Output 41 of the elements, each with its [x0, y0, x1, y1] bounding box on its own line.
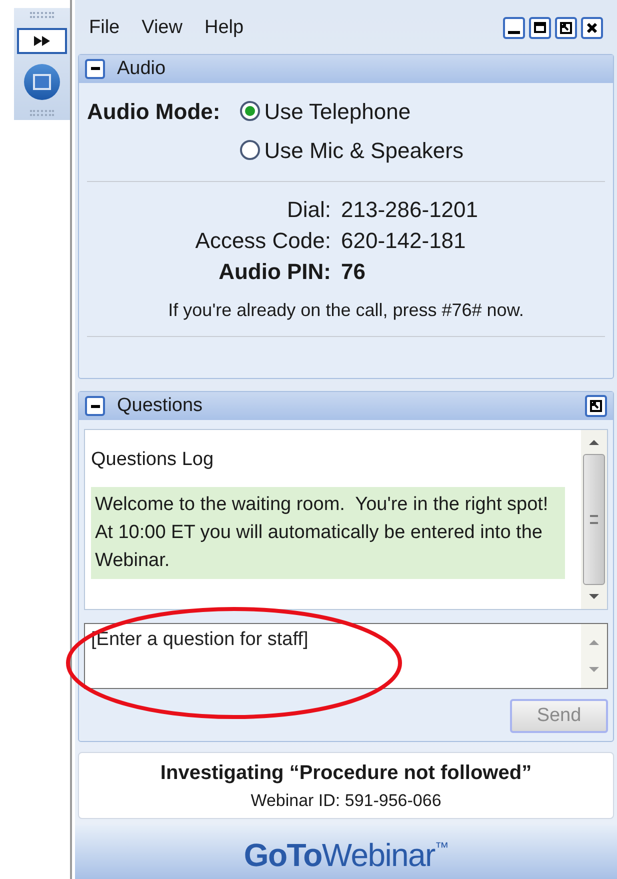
grip-icon: [30, 12, 54, 18]
radio-button[interactable]: [240, 101, 260, 122]
expand-button[interactable]: [17, 28, 67, 54]
menu-item[interactable]: View: [142, 14, 182, 42]
close-button[interactable]: [581, 16, 603, 39]
maximize-button[interactable]: [529, 16, 551, 39]
field-label: Access Code:: [194, 226, 331, 255]
fast-forward-icon: [32, 35, 52, 47]
minimize-button[interactable]: [503, 16, 525, 39]
scroll-up-icon[interactable]: [588, 438, 600, 446]
field-label: Dial:: [286, 196, 331, 224]
panel-title: Audio: [117, 56, 166, 81]
webinar-title: Investigating “Procedure not followed”: [160, 760, 532, 786]
pop-out-icon: [590, 400, 602, 412]
option-label: Use Telephone: [264, 98, 411, 126]
logo: GoToWebinar$^{™}$: [244, 836, 448, 875]
option-label: Use Mic & Speakers: [264, 136, 464, 165]
window-button[interactable]: [24, 64, 60, 100]
grip-icon: [590, 515, 598, 524]
collapse-button[interactable]: [85, 58, 105, 79]
menu-item[interactable]: Help: [204, 14, 244, 42]
restore-button[interactable]: [555, 16, 577, 39]
audio-mode-label: Audio Mode:: [87, 98, 220, 126]
pop-out-button[interactable]: [585, 395, 607, 418]
field-value: 213-286-1201: [341, 196, 480, 224]
log-title: Questions Log: [91, 448, 215, 472]
field-label: Audio PIN:: [218, 258, 331, 286]
close-icon: [586, 22, 598, 34]
menu-item[interactable]: File: [89, 14, 120, 42]
scrollbar[interactable]: [581, 430, 607, 610]
collapse-button[interactable]: [85, 396, 105, 416]
panel-title: Questions: [117, 394, 203, 418]
call-instructions: If you're already on the call, press #76# now.: [167, 298, 525, 322]
grip-icon: [30, 110, 54, 116]
webinar-id: Webinar ID: 591-956-066: [250, 790, 442, 812]
radio-button[interactable]: [240, 140, 260, 160]
field-value: 620-142-181: [341, 226, 467, 255]
field-value: 76: [341, 258, 366, 286]
pop-out-icon: [560, 22, 572, 34]
scroll-down-icon[interactable]: [588, 593, 600, 602]
welcome-message: Welcome to the waiting room. You're in the right spot! At 10:00 ET you will automatically be entered into the Webinar.: [91, 486, 565, 579]
